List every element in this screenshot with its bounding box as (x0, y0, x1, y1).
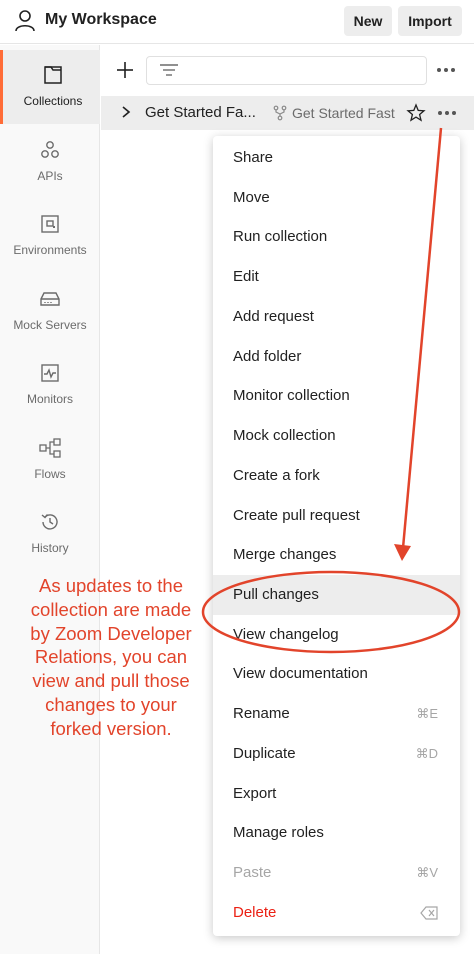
menu-item-label: Add folder (233, 348, 302, 365)
sidebar-item-environments[interactable]: Environments (0, 199, 100, 273)
workspace-title[interactable]: My Workspace (45, 11, 157, 29)
chevron-right-icon[interactable] (120, 105, 132, 119)
star-icon[interactable] (406, 103, 426, 123)
environments-icon (41, 215, 59, 233)
menu-item-label: Run collection (233, 228, 328, 245)
menu-item-label: Mock collection (233, 427, 336, 444)
more-options-icon[interactable] (434, 60, 458, 80)
shortcut-label: ⌘E (416, 706, 438, 721)
sidebar-item-mock-servers[interactable]: Mock Servers (0, 274, 100, 348)
sidebar: Collections APIs Environments Mock Serve… (0, 45, 100, 954)
menu-item-create-fork[interactable]: Create a fork (213, 456, 460, 496)
shortcut-label: ⌘V (416, 865, 438, 880)
annotation-line: Relations, you can (34, 646, 188, 668)
menu-item-label: Manage roles (233, 824, 324, 841)
collection-context-menu: Share Move Run collection Edit Add reque… (213, 136, 460, 936)
sidebar-item-apis[interactable]: APIs (0, 125, 100, 199)
import-button[interactable]: Import (398, 6, 462, 36)
menu-item-delete[interactable]: Delete (213, 893, 460, 933)
menu-item-duplicate[interactable]: Duplicate ⌘D (213, 734, 460, 774)
more-options-icon[interactable] (435, 104, 459, 122)
annotation-line: forked version. (50, 717, 172, 739)
user-icon[interactable] (14, 9, 36, 33)
sidebar-item-label: APIs (37, 169, 63, 183)
sidebar-item-history[interactable]: History (0, 497, 100, 571)
menu-item-label: View changelog (233, 626, 339, 643)
fork-label: Get Started Fast (292, 105, 395, 121)
sidebar-item-label: Flows (34, 467, 66, 481)
shortcut-label: ⌘D (415, 746, 438, 761)
menu-item-label: Delete (233, 904, 277, 921)
menu-item-create-pull-request[interactable]: Create pull request (213, 496, 460, 536)
menu-item-rename[interactable]: Rename ⌘E (213, 694, 460, 734)
menu-item-label: Duplicate (233, 745, 296, 762)
mock-servers-icon (40, 292, 60, 306)
monitors-icon (41, 364, 59, 382)
workspace-header: My Workspace New Import (0, 0, 474, 44)
new-button[interactable]: New (344, 6, 392, 36)
backspace-icon (420, 906, 438, 920)
menu-item-merge-changes[interactable]: Merge changes (213, 535, 460, 575)
menu-item-add-request[interactable]: Add request (213, 297, 460, 337)
sidebar-item-label: History (31, 541, 69, 555)
menu-item-view-changelog[interactable]: View changelog (213, 615, 460, 655)
menu-item-label: Create pull request (233, 507, 360, 524)
sidebar-item-collections[interactable]: Collections (0, 50, 100, 124)
menu-item-label: Export (233, 785, 277, 802)
collection-name[interactable]: Get Started Fa... (145, 104, 256, 121)
filter-input[interactable] (146, 56, 427, 85)
annotation-line: collection are made (30, 598, 192, 620)
annotation-line: by Zoom Developer (30, 622, 192, 644)
sidebar-item-monitors[interactable]: Monitors (0, 348, 100, 422)
menu-item-move[interactable]: Move (213, 178, 460, 218)
menu-item-label: Share (233, 149, 274, 166)
menu-item-label: Rename (233, 705, 290, 722)
menu-item-edit[interactable]: Edit (213, 257, 460, 297)
annotation-line: view and pull those (32, 670, 190, 692)
menu-item-export[interactable]: Export (213, 774, 460, 814)
annotation-text: As updates to the collection are made by… (6, 574, 216, 741)
menu-item-mock-collection[interactable]: Mock collection (213, 416, 460, 456)
collection-row[interactable]: Get Started Fa... Get Started Fast (101, 96, 474, 130)
menu-item-label: Add request (233, 308, 314, 325)
menu-item-run-collection[interactable]: Run collection (213, 217, 460, 257)
menu-item-share[interactable]: Share (213, 138, 460, 178)
menu-item-manage-roles[interactable]: Manage roles (213, 813, 460, 853)
sidebar-item-label: Collections (23, 94, 83, 108)
sidebar-item-label: Environments (13, 243, 87, 257)
add-collection-icon[interactable] (113, 58, 137, 82)
menu-item-label: Create a fork (233, 467, 320, 484)
menu-item-label: Monitor collection (233, 387, 350, 404)
menu-item-label: Merge changes (233, 546, 337, 563)
history-icon (41, 514, 58, 530)
collections-icon (44, 66, 62, 84)
menu-item-label: View documentation (233, 665, 368, 682)
annotation-line: changes to your (45, 693, 177, 715)
menu-item-label: Move (233, 189, 270, 206)
annotation-line: As updates to the (39, 575, 183, 596)
menu-item-paste: Paste ⌘V (213, 853, 460, 893)
filter-icon (160, 64, 178, 76)
menu-item-label: Pull changes (233, 586, 319, 603)
sidebar-item-label: Monitors (26, 392, 73, 406)
menu-item-monitor-collection[interactable]: Monitor collection (213, 376, 460, 416)
apis-icon (41, 141, 59, 158)
menu-item-view-documentation[interactable]: View documentation (213, 654, 460, 694)
fork-icon (273, 105, 287, 121)
flows-icon (39, 438, 61, 458)
sidebar-item-label: Mock Servers (13, 318, 87, 332)
menu-item-add-folder[interactable]: Add folder (213, 337, 460, 377)
menu-item-pull-changes[interactable]: Pull changes (213, 575, 460, 615)
sidebar-item-flows[interactable]: Flows (0, 423, 100, 497)
menu-item-label: Paste (233, 864, 272, 881)
menu-item-label: Edit (233, 268, 259, 285)
